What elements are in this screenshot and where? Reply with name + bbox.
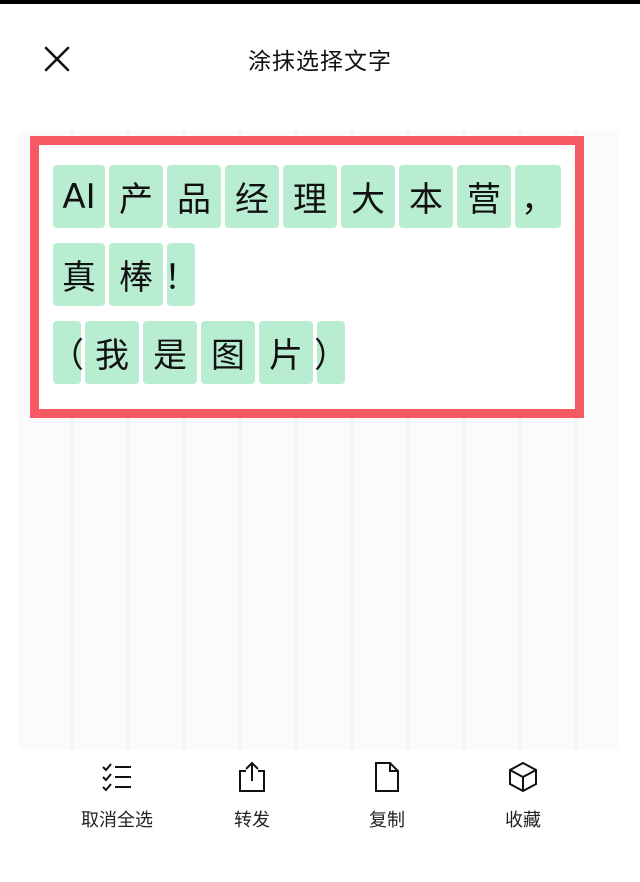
favorite-button[interactable]: 收藏	[458, 760, 588, 832]
text-glyph[interactable]: 片	[259, 321, 313, 384]
copy-button[interactable]: 复制	[322, 760, 452, 832]
deselect-all-button[interactable]: 取消全选	[52, 760, 182, 832]
text-glyph[interactable]: （	[50, 321, 84, 384]
selected-image: AI 产 品 经 理 大 本 营 ， 真 棒 ！ （ 我 是 图 片 ）	[30, 136, 584, 418]
text-glyph[interactable]: 是	[143, 321, 197, 384]
box-icon	[509, 761, 537, 793]
favorite-label: 收藏	[505, 810, 541, 831]
text-glyph[interactable]: AI	[53, 165, 105, 228]
text-glyph[interactable]: ）	[314, 321, 348, 384]
text-glyph[interactable]: 品	[167, 165, 221, 228]
text-glyph[interactable]: 理	[283, 165, 337, 228]
forward-button[interactable]: 转发	[187, 760, 317, 832]
page-title: 涂抹选择文字	[248, 49, 392, 75]
text-glyph[interactable]: 产	[109, 165, 163, 228]
share-icon	[239, 761, 265, 792]
text-glyph[interactable]: 棒	[109, 243, 163, 306]
text-glyph[interactable]: 经	[225, 165, 279, 228]
forward-label: 转发	[234, 810, 270, 831]
text-glyph[interactable]: ！	[164, 243, 198, 306]
text-glyph[interactable]: 营	[457, 165, 511, 228]
deselect-all-label: 取消全选	[81, 810, 153, 831]
text-glyph[interactable]: ，	[515, 165, 561, 228]
text-glyph[interactable]: 本	[399, 165, 453, 228]
bottom-toolbar: 取消全选 转发 复制 收藏	[0, 760, 640, 850]
document-icon	[375, 762, 399, 792]
text-glyph[interactable]: 真	[53, 243, 105, 306]
text-glyph[interactable]: 大	[341, 165, 395, 228]
text-glyph[interactable]: 我	[85, 321, 139, 384]
text-glyph[interactable]: 图	[201, 321, 255, 384]
header: 涂抹选择文字	[0, 4, 640, 104]
copy-label: 复制	[369, 810, 405, 831]
checklist-icon	[102, 763, 131, 792]
